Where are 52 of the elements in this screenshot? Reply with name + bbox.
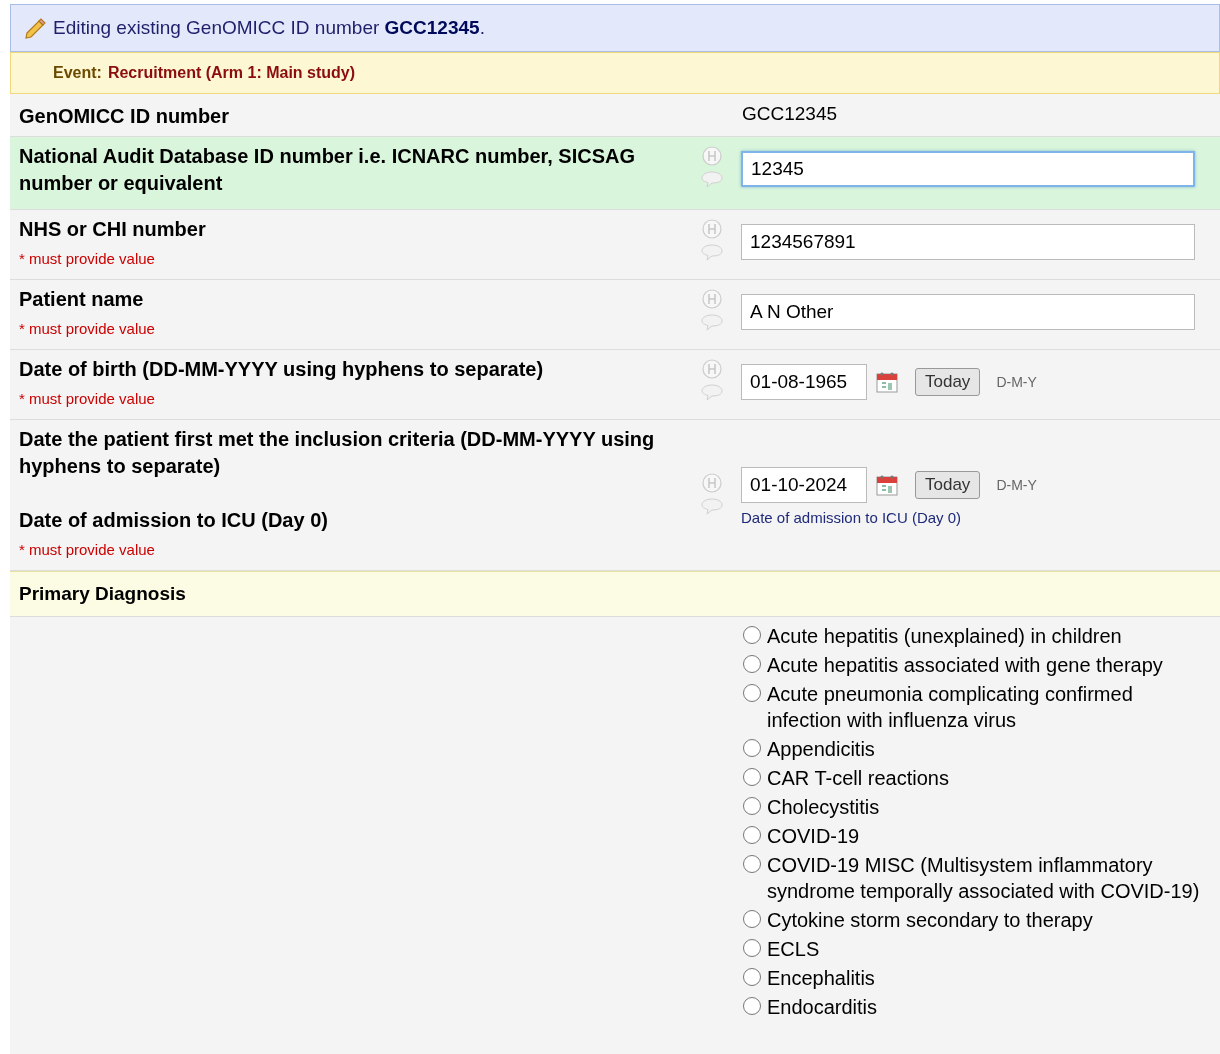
radio-button[interactable] xyxy=(743,826,761,844)
calendar-icon[interactable] xyxy=(875,370,899,394)
field-label: Patient name xyxy=(19,287,145,312)
field-note: Date of admission to ICU (Day 0) xyxy=(741,508,963,526)
radio-button[interactable] xyxy=(743,739,761,757)
option-label[interactable]: Cholecystitis xyxy=(767,794,880,820)
option-label[interactable]: COVID-19 xyxy=(767,823,860,849)
option-label[interactable]: Endocarditis xyxy=(767,994,878,1020)
option-label[interactable]: ECLS xyxy=(767,936,820,962)
option-label[interactable]: Acute hepatitis (unexplained) in children xyxy=(767,623,1122,649)
today-button[interactable]: Today xyxy=(915,470,981,499)
option-label[interactable]: Encephalitis xyxy=(767,965,875,991)
date-format-hint: D-M-Y xyxy=(996,374,1037,390)
text-field[interactable]: A N Other xyxy=(741,294,1195,330)
radio-button[interactable] xyxy=(743,939,761,957)
radio-button[interactable] xyxy=(743,910,761,928)
option-label[interactable]: Acute pneumonia complicating confirmed infection with influenza virus xyxy=(767,681,1207,733)
radio-button[interactable] xyxy=(743,655,761,673)
radio-button[interactable] xyxy=(743,855,761,873)
option-label[interactable]: Acute hepatitis associated with gene therapy xyxy=(767,652,1163,678)
radio-button[interactable] xyxy=(743,768,761,786)
date-field[interactable]: 01-08-1965 xyxy=(741,364,867,400)
today-button[interactable]: Today xyxy=(915,368,981,396)
field-label: Date of birth (DD-MM-YYYY using hyphens to separate) xyxy=(19,357,545,382)
field-label: Date the patient first met the inclusion criteria (DD-MM-YYYY using hyphens to separate) xyxy=(19,427,656,479)
field-label: Date of admission to ICU (Day 0) xyxy=(19,508,329,533)
required-note: * must provide value xyxy=(19,250,156,267)
editing-message: Editing existing GenOMICC ID number GCC12345. xyxy=(53,17,485,39)
field-label: GenOMICC ID number xyxy=(19,104,230,129)
required-note: * must provide value xyxy=(19,320,156,337)
required-note: * must provide value xyxy=(19,541,156,558)
section-header: Primary Diagnosis xyxy=(10,571,1220,617)
field-value: GCC12345 xyxy=(742,103,838,126)
field-label: National Audit Database ID number i.e. ICNARC number, SICSAG number or equivalent xyxy=(19,144,636,196)
text-field[interactable]: 1234567891 xyxy=(741,224,1195,260)
field-label: NHS or CHI number xyxy=(19,217,207,242)
option-label[interactable]: CAR T-cell reactions xyxy=(767,765,949,791)
date-format-hint: D-M-Y xyxy=(996,476,1037,493)
required-note: * must provide value xyxy=(19,390,156,407)
pencil-icon xyxy=(23,16,47,40)
radio-button[interactable] xyxy=(743,626,761,644)
event-name: Recruitment (Arm 1: Main study) xyxy=(107,64,356,82)
radio-button[interactable] xyxy=(743,797,761,815)
option-label[interactable]: COVID-19 MISC (Multisystem inflammatory syndrome temporally associated with COVID-19) xyxy=(767,852,1207,904)
radio-button[interactable] xyxy=(743,997,761,1015)
text-field[interactable]: 12345 xyxy=(741,151,1195,187)
event-label: Event: xyxy=(53,64,102,82)
radio-button[interactable] xyxy=(743,968,761,986)
date-field[interactable]: 01-10-2024 xyxy=(741,466,867,503)
option-label[interactable]: Cytokine storm secondary to therapy xyxy=(767,907,1093,933)
radio-button[interactable] xyxy=(743,684,761,702)
option-label[interactable]: Appendicitis xyxy=(767,736,875,762)
